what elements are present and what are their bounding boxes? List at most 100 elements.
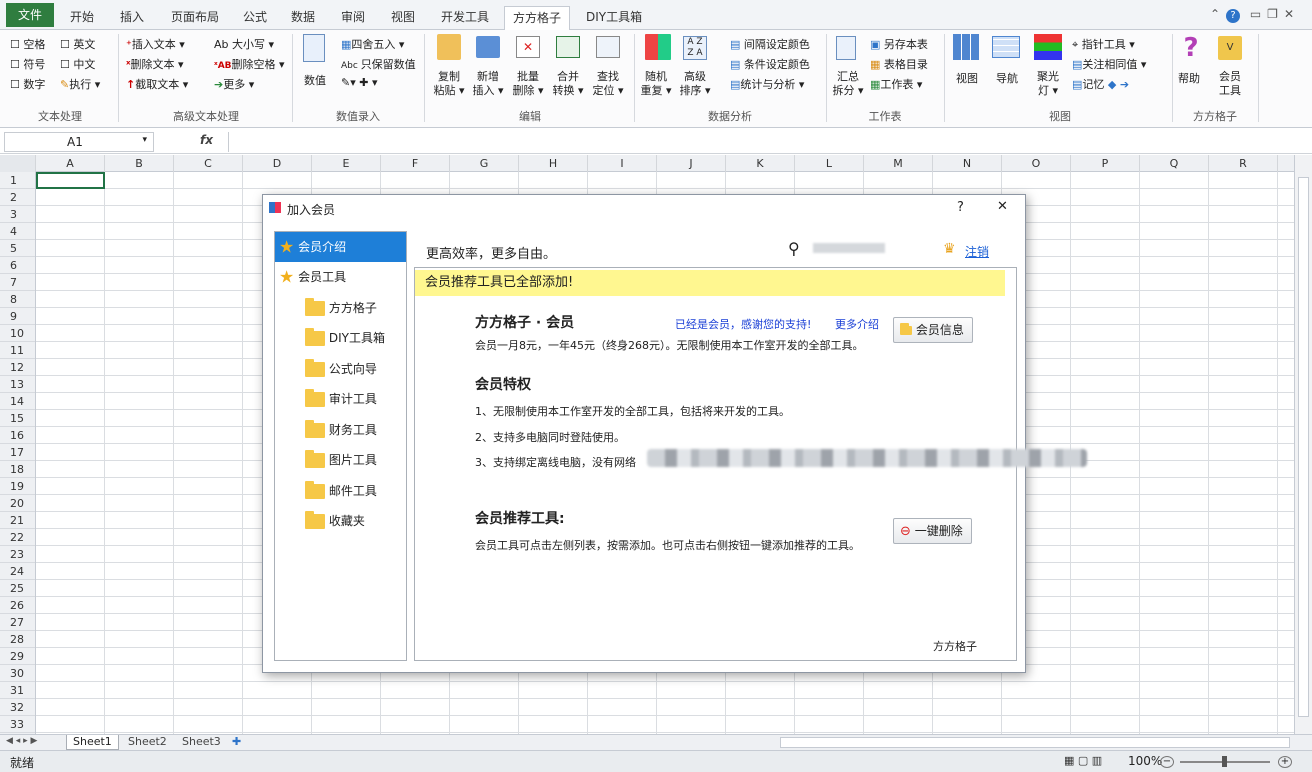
row-header[interactable]: 18 <box>0 461 35 478</box>
interval-color-button[interactable]: ▤ 间隔设定颜色 <box>730 36 810 52</box>
nav-item-formula-wizard[interactable]: 公式向导 <box>275 354 406 384</box>
tab-home[interactable]: 开始 <box>62 6 102 30</box>
checkbox-space[interactable]: ☐ 空格 <box>10 36 45 52</box>
column-header[interactable]: A <box>36 155 105 172</box>
zoom-thumb[interactable] <box>1222 756 1227 767</box>
row-header[interactable]: 9 <box>0 308 35 325</box>
member-info-button[interactable]: 会员信息 <box>893 317 973 343</box>
dialog-title-bar[interactable]: 加入会员 ? ✕ <box>263 195 1025 223</box>
advanced-sort-button[interactable]: 高级排序 ▾ <box>679 70 711 98</box>
nav-item-ffgz[interactable]: 方方格子 <box>275 293 406 323</box>
batch-delete-button[interactable]: 批量删除 ▾ <box>512 70 544 98</box>
row-header[interactable]: 33 <box>0 716 35 733</box>
spotlight-button[interactable]: 聚光灯 ▾ <box>1034 70 1062 98</box>
sheet-nav-arrows[interactable]: ◀ ◂ ▸ ▶ <box>6 736 37 746</box>
save-sheet-button[interactable]: ▣ 另存本表 <box>870 36 928 52</box>
column-header[interactable]: G <box>450 155 519 172</box>
condition-color-button[interactable]: ▤ 条件设定颜色 <box>730 56 810 72</box>
row-header[interactable]: 22 <box>0 529 35 546</box>
delete-all-button[interactable]: ⊖ 一键删除 <box>893 518 972 544</box>
row-header[interactable]: 21 <box>0 512 35 529</box>
row-header[interactable]: 30 <box>0 665 35 682</box>
delete-text-button[interactable]: ˣ删除文本 ▾ <box>126 56 184 72</box>
row-header[interactable]: 7 <box>0 274 35 291</box>
remove-space-button[interactable]: ˣAB删除空格 ▾ <box>214 56 285 72</box>
zoom-out-icon[interactable]: − <box>1160 756 1174 768</box>
round-button[interactable]: ▦四舍五入 ▾ <box>341 36 404 52</box>
column-header[interactable]: P <box>1071 155 1140 172</box>
checkbox-symbol[interactable]: ☐ 符号 <box>10 56 45 72</box>
keep-value-button[interactable]: Abc 只保留数值 <box>341 56 416 72</box>
member-tools-button[interactable]: 会员工具 <box>1216 70 1244 98</box>
new-sheet-icon[interactable]: ✚ <box>232 735 241 748</box>
row-header[interactable]: 16 <box>0 427 35 444</box>
sheet-tab-2[interactable]: Sheet2 <box>122 735 173 750</box>
row-header[interactable]: 10 <box>0 325 35 342</box>
nav-item-favorites[interactable]: 收藏夹 <box>275 506 406 536</box>
value-button[interactable]: 数值 <box>304 72 326 88</box>
random-repeat-button[interactable]: 随机重复 ▾ <box>640 70 672 98</box>
row-header[interactable]: 12 <box>0 359 35 376</box>
row-header[interactable]: 26 <box>0 597 35 614</box>
row-header[interactable]: 11 <box>0 342 35 359</box>
row-header[interactable]: 29 <box>0 648 35 665</box>
tab-data[interactable]: 数据 <box>283 6 323 30</box>
formula-input[interactable] <box>228 132 1294 152</box>
row-header[interactable]: 25 <box>0 580 35 597</box>
column-header[interactable]: C <box>174 155 243 172</box>
column-header[interactable]: R <box>1209 155 1278 172</box>
column-header[interactable]: J <box>657 155 726 172</box>
row-header[interactable]: 8 <box>0 291 35 308</box>
column-header[interactable]: L <box>795 155 864 172</box>
insert-text-button[interactable]: ⁺插入文本 ▾ <box>126 36 185 52</box>
dialog-close-button[interactable]: ✕ <box>997 199 1008 214</box>
tab-view[interactable]: 视图 <box>383 6 423 30</box>
tab-page-layout[interactable]: 页面布局 <box>163 6 227 30</box>
column-header[interactable]: B <box>105 155 174 172</box>
find-locate-button[interactable]: 查找定位 ▾ <box>592 70 624 98</box>
column-header[interactable]: E <box>312 155 381 172</box>
column-header[interactable]: I <box>588 155 657 172</box>
row-header[interactable]: 31 <box>0 682 35 699</box>
tab-review[interactable]: 审阅 <box>333 6 373 30</box>
summary-split-button[interactable]: 汇总拆分 ▾ <box>832 70 864 98</box>
column-header[interactable]: K <box>726 155 795 172</box>
memory-button[interactable]: ▤记忆 ◆ ➔ <box>1072 76 1129 92</box>
checkbox-english[interactable]: ☐ 英文 <box>60 36 95 52</box>
row-header[interactable]: 5 <box>0 240 35 257</box>
column-header[interactable]: O <box>1002 155 1071 172</box>
value-tools[interactable]: ✎▾ ✚ ▾ <box>341 76 377 89</box>
tab-file[interactable]: 文件 <box>6 3 54 27</box>
nav-item-diy[interactable]: DIY工具箱 <box>275 323 406 353</box>
column-header[interactable]: H <box>519 155 588 172</box>
copy-paste-button[interactable]: 复制粘贴 ▾ <box>433 70 465 98</box>
nav-item-image[interactable]: 图片工具 <box>275 445 406 475</box>
select-all-corner[interactable] <box>0 155 36 172</box>
vertical-scrollbar[interactable] <box>1294 155 1312 734</box>
row-header[interactable]: 13 <box>0 376 35 393</box>
column-header[interactable]: N <box>933 155 1002 172</box>
nav-item-audit[interactable]: 审计工具 <box>275 384 406 414</box>
worksheet-button[interactable]: ▦工作表 ▾ <box>870 76 922 92</box>
tab-developer[interactable]: 开发工具 <box>433 6 497 30</box>
row-header[interactable]: 15 <box>0 410 35 427</box>
tab-insert[interactable]: 插入 <box>112 6 152 30</box>
merge-convert-button[interactable]: 合并转换 ▾ <box>552 70 584 98</box>
pointer-tool-button[interactable]: ⌖ 指针工具 ▾ <box>1072 36 1135 52</box>
nav-item-finance[interactable]: 财务工具 <box>275 415 406 445</box>
add-insert-button[interactable]: 新增插入 ▾ <box>472 70 504 98</box>
extract-text-button[interactable]: ↑截取文本 ▾ <box>126 76 188 92</box>
logout-link[interactable]: 注销 <box>965 243 989 260</box>
tab-ffgz[interactable]: 方方格子 <box>504 6 571 31</box>
view-mode-icons[interactable]: ▦ ▢ ▥ <box>1064 754 1102 767</box>
row-header[interactable]: 23 <box>0 546 35 563</box>
tab-diy[interactable]: DIY工具箱 <box>578 6 650 30</box>
window-controls[interactable]: ⌃? ▭❐✕ <box>1210 7 1300 23</box>
sheet-tab-3[interactable]: Sheet3 <box>176 735 227 750</box>
column-header[interactable]: Q <box>1140 155 1209 172</box>
navigation-button[interactable]: 导航 <box>996 70 1018 86</box>
column-header[interactable]: D <box>243 155 312 172</box>
case-button[interactable]: Ab 大小写 ▾ <box>214 36 274 52</box>
fx-icon[interactable]: fx <box>200 133 213 147</box>
sheet-tab-1[interactable]: Sheet1 <box>66 735 119 750</box>
